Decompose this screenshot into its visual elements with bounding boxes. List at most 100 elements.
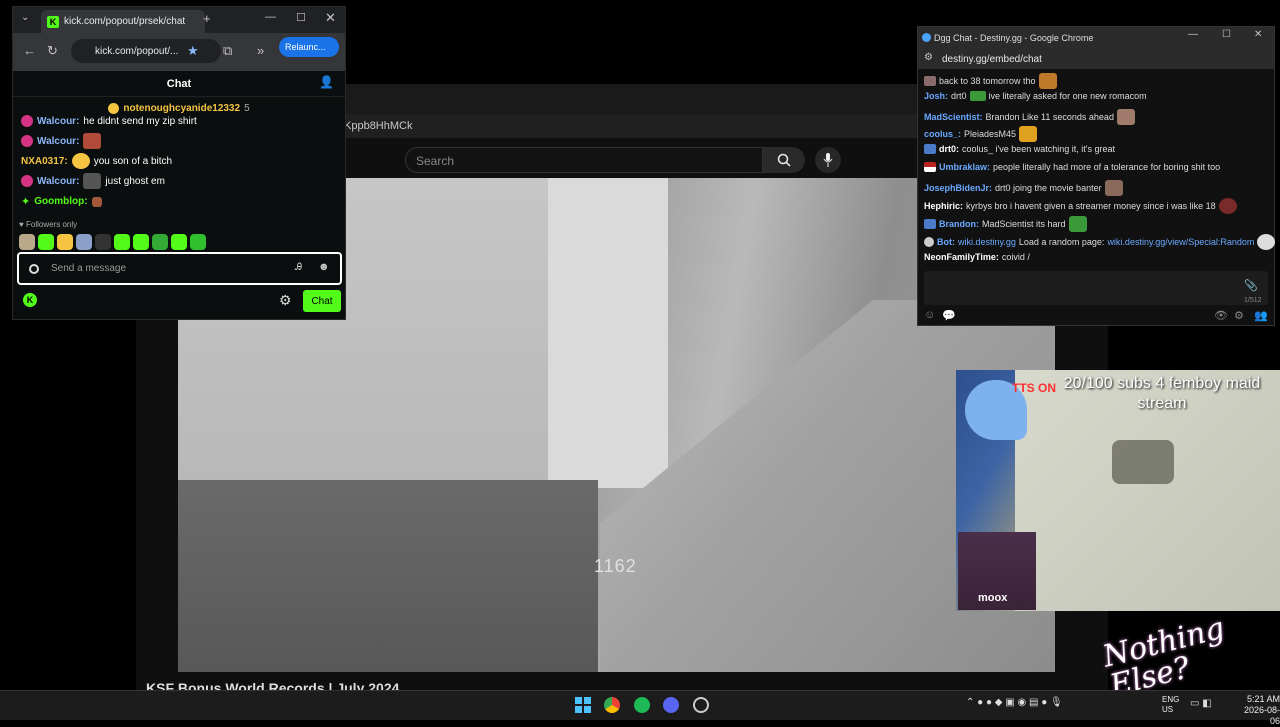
- dgg-text: drt0 joing the movie banter: [995, 183, 1102, 193]
- background-url-text: Kppb8HhMCk: [344, 120, 413, 132]
- system-clock[interactable]: 5:21 AM 2026-08-06: [1236, 694, 1280, 727]
- emote-image: [1257, 234, 1276, 250]
- discord-icon[interactable]: [663, 697, 679, 713]
- kick-tabbar: K kick.com/popout/prsek/chat ⌄ + — ☐ ✕: [13, 7, 345, 33]
- dgg-message: Josh: drt0 ive literally asked for one n…: [924, 91, 1147, 101]
- pinned-username[interactable]: notenoughcyanide12332: [123, 103, 240, 114]
- attach-icon[interactable]: 📎: [1244, 279, 1258, 292]
- overflow-chevron-icon[interactable]: »: [257, 43, 264, 58]
- kick-tab[interactable]: K kick.com/popout/prsek/chat: [41, 10, 205, 33]
- dgg-text: back to 38 tomorrow tho: [939, 76, 1036, 86]
- users-icon[interactable]: 👤: [319, 75, 334, 89]
- whisper-icon[interactable]: 💬: [942, 309, 956, 322]
- emote-button[interactable]: [76, 234, 92, 250]
- emote-button[interactable]: [95, 234, 111, 250]
- search-icon[interactable]: [763, 147, 805, 173]
- emote-image: [1116, 109, 1135, 125]
- network-icon[interactable]: ▭ ◧: [1190, 698, 1212, 709]
- tab-list-icon[interactable]: ⌄: [21, 12, 29, 23]
- youtube-search-input[interactable]: Search: [405, 147, 763, 173]
- dgg-window-title: Dgg Chat - Destiny.gg - Google Chrome: [918, 27, 1274, 49]
- dgg-username[interactable]: Brandon:: [939, 219, 979, 229]
- users-icon[interactable]: 👥: [1254, 309, 1268, 322]
- extensions-icon[interactable]: ⧉: [223, 43, 232, 59]
- wiki-link[interactable]: wiki.destiny.gg: [958, 237, 1016, 247]
- dgg-chat-window: Dgg Chat - Destiny.gg - Google Chrome — …: [917, 26, 1276, 326]
- emote-button[interactable]: [152, 234, 168, 250]
- site-info-icon[interactable]: ⚙: [924, 52, 933, 63]
- clock-date: 2026-08-06: [1243, 705, 1280, 726]
- emote-button[interactable]: [114, 234, 130, 250]
- dgg-message: JosephBidenJr: drt0 joing the movie bant…: [924, 180, 1123, 196]
- emote-image: [83, 133, 102, 149]
- shirt-logo: [1112, 440, 1174, 484]
- chat-username[interactable]: Goomblop:: [34, 196, 87, 207]
- message-input[interactable]: Send a message: [17, 252, 342, 285]
- emote-image: [1068, 216, 1087, 232]
- close-icon[interactable]: ✕: [1254, 29, 1262, 40]
- windows-start-icon[interactable]: [575, 697, 591, 713]
- wiki-random-link[interactable]: wiki.destiny.gg/view/Special:Random: [1107, 237, 1254, 247]
- chrome-icon[interactable]: [604, 697, 620, 713]
- emote-button[interactable]: [19, 234, 35, 250]
- kick-logo-icon[interactable]: K: [23, 293, 37, 307]
- dgg-address-bar[interactable]: destiny.gg/embed/chat: [918, 49, 1274, 69]
- dgg-username[interactable]: JosephBidenJr:: [924, 183, 992, 193]
- dgg-username[interactable]: Bot:: [937, 237, 955, 247]
- dgg-username[interactable]: drt0:: [939, 144, 959, 154]
- dgg-username[interactable]: Umbraklaw:: [939, 162, 990, 172]
- maximize-icon[interactable]: ☐: [1222, 29, 1231, 40]
- speed-counter: 1162: [594, 556, 637, 576]
- dgg-username[interactable]: NeonFamilyTime:: [924, 252, 999, 262]
- eye-icon[interactable]: 👁: [1214, 309, 1228, 322]
- badge-icon: [21, 175, 33, 187]
- chat-username[interactable]: Walcour:: [37, 116, 79, 127]
- translate-icon[interactable]: Ꭿ: [295, 262, 302, 273]
- system-tray[interactable]: ⌃ ● ● ◆ ▣ ◉ ▤ ● 🎙: [966, 697, 1063, 708]
- emote-button[interactable]: [38, 234, 54, 250]
- dgg-message: coolus_: PleiadesM45: [924, 126, 1038, 142]
- emote-quickbar: [19, 234, 206, 250]
- dgg-username[interactable]: MadScientist:: [924, 112, 983, 122]
- steam-app-icon[interactable]: [693, 697, 709, 713]
- chat-message: Walcour: he didnt send my zip shirt: [21, 115, 197, 127]
- kick-tab-title: kick.com/popout/prsek/chat: [64, 16, 186, 27]
- dgg-message: Bot: wiki.destiny.gg Load a random page:…: [924, 234, 1276, 250]
- close-icon[interactable]: ✕: [325, 10, 336, 26]
- spotify-icon[interactable]: [634, 697, 650, 713]
- microphone-icon[interactable]: [815, 147, 841, 173]
- dgg-username[interactable]: Hephiric:: [924, 201, 963, 211]
- chat-username[interactable]: Walcour:: [37, 136, 79, 147]
- chat-username[interactable]: Walcour:: [37, 176, 79, 187]
- dgg-text: Load a random page:: [1018, 237, 1105, 247]
- send-chat-button[interactable]: Chat: [303, 290, 341, 312]
- new-tab-icon[interactable]: +: [203, 11, 211, 26]
- dgg-message-input[interactable]: [924, 271, 1268, 305]
- secondary-cam-name: moox: [978, 592, 1008, 604]
- flair-icon: [924, 144, 936, 154]
- bookmark-star-icon[interactable]: ★: [187, 43, 199, 59]
- chat-username[interactable]: NXA0317:: [21, 156, 68, 167]
- emote-button[interactable]: [171, 234, 187, 250]
- shield-icon[interactable]: [29, 264, 39, 274]
- badge-icon: [21, 135, 33, 147]
- dgg-username[interactable]: coolus_:: [924, 129, 961, 139]
- emote-button[interactable]: [190, 234, 206, 250]
- emoji-icon[interactable]: ☻: [318, 261, 330, 273]
- followers-only-text: Followers only: [25, 220, 78, 229]
- dgg-text: drt0: [951, 91, 967, 101]
- gear-icon[interactable]: ⚙: [1234, 309, 1244, 322]
- emote-button[interactable]: [133, 234, 149, 250]
- reload-icon[interactable]: ↻: [47, 43, 58, 59]
- language-indicator[interactable]: ENG US: [1162, 695, 1179, 715]
- back-icon[interactable]: ←: [23, 43, 36, 58]
- emoji-icon[interactable]: ☺: [924, 309, 935, 321]
- relaunch-button[interactable]: Relaunc...: [279, 37, 339, 57]
- maximize-icon[interactable]: ☐: [296, 11, 306, 24]
- dgg-username[interactable]: Josh:: [924, 91, 948, 101]
- minimize-icon[interactable]: —: [1188, 29, 1198, 40]
- gear-icon[interactable]: ⚙: [279, 292, 292, 309]
- emote-button[interactable]: [57, 234, 73, 250]
- emote-image: [91, 196, 102, 207]
- minimize-icon[interactable]: —: [265, 11, 276, 23]
